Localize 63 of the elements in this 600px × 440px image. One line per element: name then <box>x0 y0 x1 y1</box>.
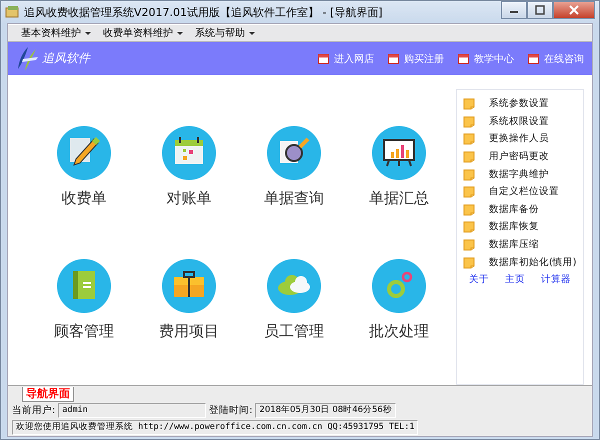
panel-item[interactable]: 数据库初始化(慎用) <box>461 253 579 271</box>
cloud-icon <box>266 258 322 314</box>
nav-tile[interactable]: 单据查询 <box>244 125 344 208</box>
nav-tile[interactable]: 顾客管理 <box>34 258 134 341</box>
status-label: 当前用户: <box>12 404 56 417</box>
note-icon <box>463 238 475 252</box>
note-icon <box>463 114 475 128</box>
panel-item[interactable]: 系统权限设置 <box>461 112 579 130</box>
note-icon <box>463 168 475 181</box>
chart-board-icon <box>371 125 427 181</box>
menu-item[interactable]: 系统与帮助 <box>190 26 260 40</box>
calendar-icon <box>458 53 469 64</box>
nav-tile[interactable]: 员工管理 <box>244 258 344 341</box>
panel-item[interactable]: 数据库压缩 <box>461 236 579 254</box>
panel-item[interactable]: 系统参数设置 <box>461 95 579 113</box>
document-pencil-icon <box>56 125 112 181</box>
panel-item[interactable]: 自定义栏位设置 <box>461 182 579 201</box>
nav-tile[interactable]: 费用项目 <box>139 258 239 341</box>
note-icon <box>463 256 475 269</box>
panel-item[interactable]: 数据字典维护 <box>461 165 579 183</box>
note-icon <box>463 185 475 198</box>
note-icon <box>463 220 475 234</box>
nav-tile[interactable]: 收费单 <box>34 125 134 208</box>
panel-item[interactable]: 用户密码更改 <box>461 148 579 166</box>
nav-tile[interactable]: 批次处理 <box>349 258 449 341</box>
calendar-icon <box>318 53 329 64</box>
menu-item[interactable]: 基本资料维护 <box>16 26 96 40</box>
briefcase-icon <box>161 258 217 314</box>
book-icon <box>56 258 112 314</box>
status-label: 登陆时间: <box>209 404 252 417</box>
tab[interactable]: 导航界面 <box>22 387 74 402</box>
nav-tile[interactable]: 对账单 <box>139 125 239 208</box>
maximize-icon <box>535 5 545 15</box>
note-icon <box>463 150 475 164</box>
close-icon <box>569 5 579 15</box>
logo-text: 追风软件 <box>42 50 92 67</box>
rings-icon <box>371 258 427 314</box>
panel-item[interactable]: 更换操作人员 <box>461 130 579 148</box>
note-icon <box>463 202 475 216</box>
panel-item[interactable]: 数据库恢复 <box>461 218 579 236</box>
close-button[interactable] <box>553 1 595 19</box>
note-icon <box>463 132 475 146</box>
user-field: admin <box>58 403 206 418</box>
calendar-icon <box>388 53 399 64</box>
window-title: 追风收费收据管理系统V2017.01试用版【追风软件工作室】 - [导航界面] <box>24 4 384 20</box>
magnifier-icon <box>266 125 322 181</box>
caret-icon <box>85 32 91 34</box>
menu-item[interactable]: 收费单资料维护 <box>98 26 188 40</box>
calendar-icon <box>528 53 539 64</box>
minimize-button[interactable] <box>501 1 527 19</box>
nav-tile[interactable]: 单据汇总 <box>349 125 449 208</box>
login-time-field: 2018年05月30日 08时46分56秒 <box>255 403 396 418</box>
app-icon <box>5 5 19 19</box>
maximize-button[interactable] <box>527 1 553 19</box>
caret-icon <box>249 32 255 34</box>
panel-link[interactable]: 关于 <box>469 272 489 286</box>
panel-link[interactable]: 主页 <box>505 272 525 286</box>
calendar-icon <box>161 125 217 181</box>
note-icon <box>463 97 475 110</box>
caret-icon <box>177 32 183 34</box>
status-message: 欢迎您使用追风收费管理系统 http://www.poweroffice.com.cn.com.cn QQ:45931795 TEL:1 <box>12 420 418 435</box>
panel-item[interactable]: 数据库备份 <box>461 200 579 218</box>
panel-link[interactable]: 计算器 <box>541 272 571 286</box>
